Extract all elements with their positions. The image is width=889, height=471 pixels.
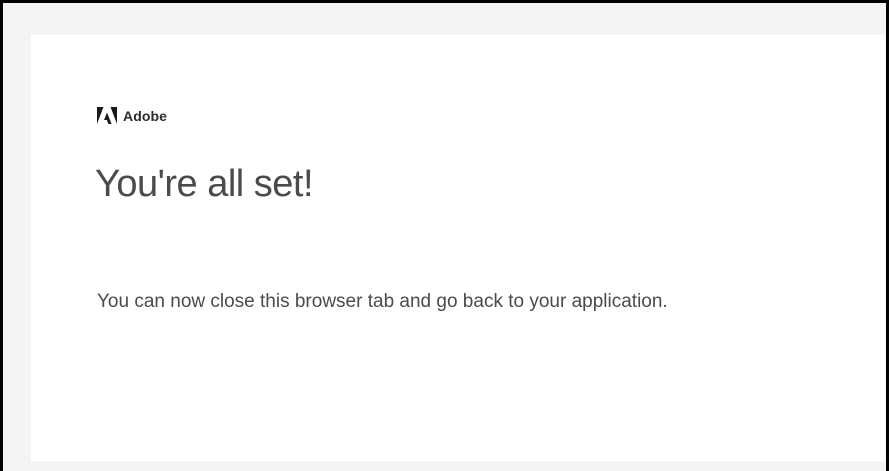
page-title: You're all set!: [95, 163, 314, 205]
confirmation-card: Adobe You're all set! You can now close …: [31, 35, 885, 461]
browser-page-frame: Adobe You're all set! You can now close …: [0, 0, 889, 471]
confirmation-message: You can now close this browser tab and g…: [97, 291, 668, 312]
adobe-brand: Adobe: [97, 107, 167, 124]
brand-name: Adobe: [123, 107, 168, 124]
adobe-logo-icon: [97, 107, 117, 124]
